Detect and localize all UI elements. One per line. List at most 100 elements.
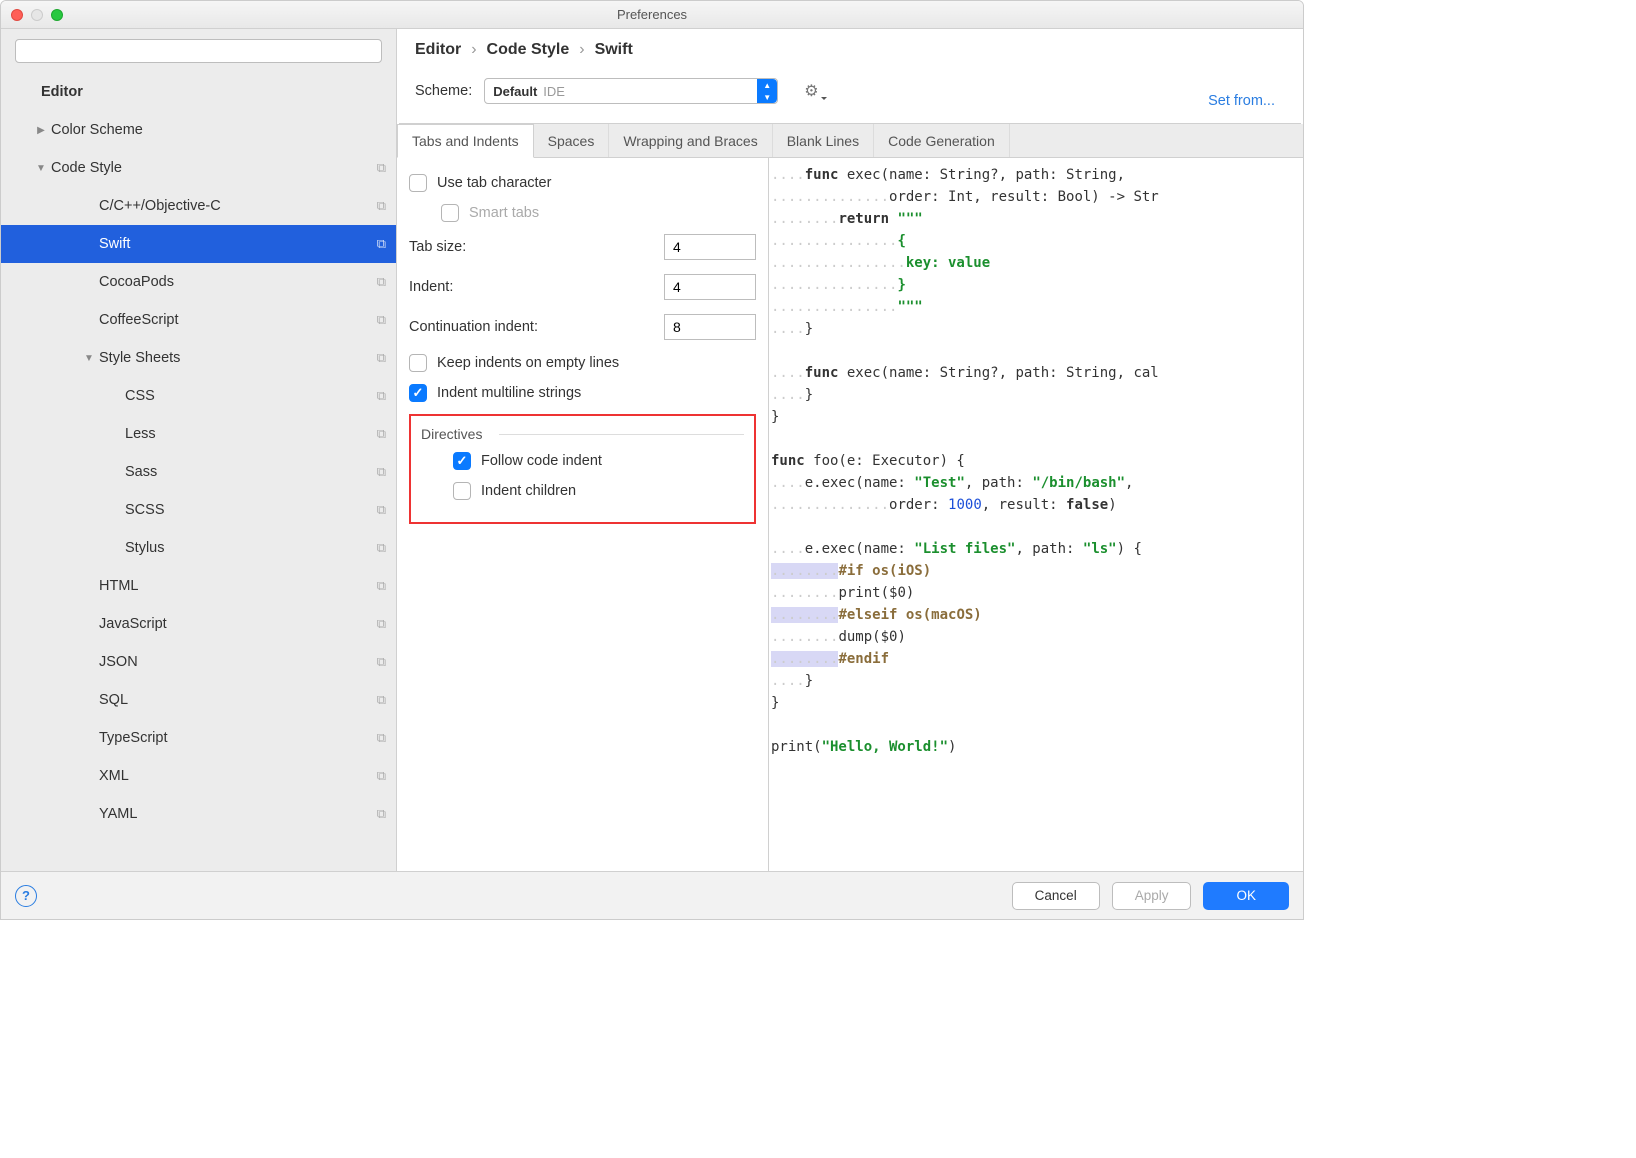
follow-code-indent-checkbox[interactable] <box>453 452 471 470</box>
copy-icon[interactable]: ⧉ <box>377 692 386 708</box>
scheme-name: Default <box>493 84 537 99</box>
cancel-button[interactable]: Cancel <box>1012 882 1100 910</box>
use-tab-character-checkbox[interactable] <box>409 174 427 192</box>
tree-item[interactable]: ▼Code Style⧉ <box>1 149 396 187</box>
titlebar: Preferences <box>1 1 1303 29</box>
tree-item-label: SCSS <box>125 502 165 518</box>
tree-item-label: SQL <box>99 692 128 708</box>
tree-item-label: Swift <box>99 236 130 252</box>
tree-item-label: HTML <box>99 578 138 594</box>
footer: ? Cancel Apply OK <box>1 871 1303 919</box>
smart-tabs-checkbox <box>441 204 459 222</box>
copy-icon[interactable]: ⧉ <box>377 502 386 518</box>
tree-item[interactable]: Swift ⧉ <box>1 225 396 263</box>
tree-item[interactable]: Sass ⧉ <box>1 453 396 491</box>
indent-children-checkbox[interactable] <box>453 482 471 500</box>
chevron-right-icon: › <box>579 41 584 59</box>
tree-item-label: Sass <box>125 464 157 480</box>
tree-item[interactable]: SQL ⧉ <box>1 681 396 719</box>
copy-icon[interactable]: ⧉ <box>377 160 386 176</box>
continuation-indent-label: Continuation indent: <box>409 319 538 335</box>
chevron-down-icon: ▼ <box>35 163 47 174</box>
copy-icon[interactable]: ⧉ <box>377 730 386 746</box>
stepper-icon[interactable]: ▲▼ <box>757 79 777 103</box>
tree-item-label: Less <box>125 426 156 442</box>
copy-icon[interactable]: ⧉ <box>377 388 386 404</box>
tree-item[interactable]: Less ⧉ <box>1 415 396 453</box>
tree-item[interactable]: XML⧉ <box>1 757 396 795</box>
tree-item[interactable]: TypeScript ⧉ <box>1 719 396 757</box>
copy-icon[interactable]: ⧉ <box>377 350 386 366</box>
directives-title: Directives <box>421 426 744 442</box>
tree-item[interactable]: ▼Style Sheets⧉ <box>1 339 396 377</box>
tab[interactable]: Wrapping and Braces <box>609 124 772 157</box>
tab[interactable]: Tabs and Indents <box>397 124 534 158</box>
tree-item[interactable]: CoffeeScript ⧉ <box>1 301 396 339</box>
tree-item[interactable]: CSS ⧉ <box>1 377 396 415</box>
help-icon[interactable]: ? <box>15 885 37 907</box>
main-panel: Editor › Code Style › Swift Scheme: Defa… <box>397 29 1303 871</box>
tab[interactable]: Spaces <box>534 124 610 157</box>
tree-item-label: CSS <box>125 388 155 404</box>
copy-icon[interactable]: ⧉ <box>377 768 386 784</box>
apply-button: Apply <box>1112 882 1192 910</box>
indent-input[interactable] <box>664 274 756 300</box>
copy-icon[interactable]: ⧉ <box>377 578 386 594</box>
indent-multiline-label: Indent multiline strings <box>437 385 581 401</box>
breadcrumb-item[interactable]: Code Style <box>487 41 570 59</box>
tree-item-label: TypeScript <box>99 730 168 746</box>
copy-icon[interactable]: ⧉ <box>377 274 386 290</box>
scheme-label: Scheme: <box>415 83 472 99</box>
copy-icon[interactable]: ⧉ <box>377 616 386 632</box>
set-from-link[interactable]: Set from... <box>1208 93 1275 109</box>
directives-fieldset: Directives Follow code indent Indent chi… <box>409 414 756 524</box>
chevron-right-icon: › <box>471 41 476 59</box>
tab-size-label: Tab size: <box>409 239 466 255</box>
scheme-select[interactable]: Default IDE ▲▼ <box>484 78 778 104</box>
breadcrumb-item: Swift <box>595 41 633 59</box>
indent-label: Indent: <box>409 279 453 295</box>
sidebar: 🔍 Editor▶Color Scheme▼Code Style⧉C/C++/O… <box>1 29 397 871</box>
copy-icon[interactable]: ⧉ <box>377 198 386 214</box>
tree-item[interactable]: Stylus ⧉ <box>1 529 396 567</box>
tree-item[interactable]: JSON⧉ <box>1 643 396 681</box>
tree-item-label: CoffeeScript <box>99 312 179 328</box>
copy-icon[interactable]: ⧉ <box>377 540 386 556</box>
tree-item-label: C/C++/Objective-C <box>99 198 221 214</box>
tree-item[interactable]: C/C++/Objective-C ⧉ <box>1 187 396 225</box>
chevron-right-icon: ▶ <box>35 125 47 136</box>
ok-button[interactable]: OK <box>1203 882 1289 910</box>
tree-header: Editor <box>1 73 396 111</box>
search-input[interactable] <box>15 39 382 63</box>
tree-item[interactable]: CocoaPods ⧉ <box>1 263 396 301</box>
gear-icon[interactable]: ⚙ <box>804 81 818 101</box>
tree-item[interactable]: JavaScript ⧉ <box>1 605 396 643</box>
tree-item[interactable]: SCSS ⧉ <box>1 491 396 529</box>
tree-item[interactable]: ▶Color Scheme <box>1 111 396 149</box>
tab[interactable]: Blank Lines <box>773 124 874 157</box>
tree-item-label: YAML <box>99 806 137 822</box>
tree-item[interactable]: YAML ⧉ <box>1 795 396 833</box>
indent-multiline-checkbox[interactable] <box>409 384 427 402</box>
copy-icon[interactable]: ⧉ <box>377 806 386 822</box>
breadcrumb: Editor › Code Style › Swift <box>397 29 1303 69</box>
smart-tabs-label: Smart tabs <box>469 205 539 221</box>
chevron-down-icon: ▼ <box>83 353 95 364</box>
breadcrumb-item[interactable]: Editor <box>415 41 461 59</box>
keep-indents-checkbox[interactable] <box>409 354 427 372</box>
continuation-indent-input[interactable] <box>664 314 756 340</box>
code-preview: ....func exec(name: String?, path: Strin… <box>769 158 1303 871</box>
copy-icon[interactable]: ⧉ <box>377 312 386 328</box>
tree-item-label: JavaScript <box>99 616 167 632</box>
copy-icon[interactable]: ⧉ <box>377 654 386 670</box>
copy-icon[interactable]: ⧉ <box>377 236 386 252</box>
tree-item[interactable]: HTML ⧉ <box>1 567 396 605</box>
copy-icon[interactable]: ⧉ <box>377 426 386 442</box>
settings-tree[interactable]: Editor▶Color Scheme▼Code Style⧉C/C++/Obj… <box>1 73 396 871</box>
tab-size-input[interactable] <box>664 234 756 260</box>
follow-code-indent-label: Follow code indent <box>481 453 602 469</box>
tree-item-label: Stylus <box>125 540 165 556</box>
tree-item-label: CocoaPods <box>99 274 174 290</box>
tab[interactable]: Code Generation <box>874 124 1010 157</box>
copy-icon[interactable]: ⧉ <box>377 464 386 480</box>
